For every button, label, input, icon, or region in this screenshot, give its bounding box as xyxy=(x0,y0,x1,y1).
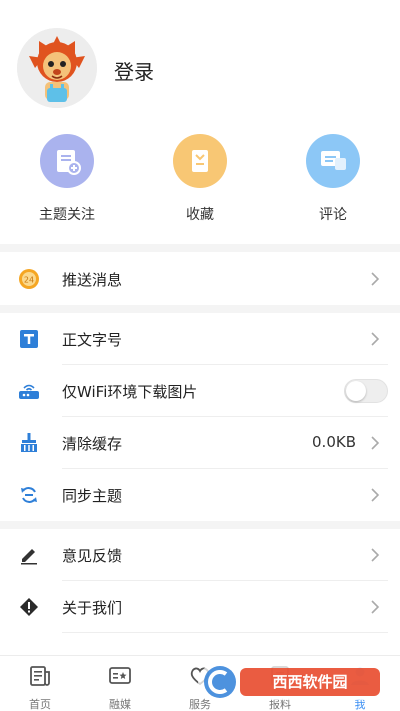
clock-24-icon: 24 xyxy=(18,268,40,290)
cache-size-value: 0.0KB xyxy=(312,433,356,451)
bookmark-icon xyxy=(173,134,227,188)
section-divider xyxy=(0,521,400,529)
push-label: 推送消息 xyxy=(62,271,123,289)
sync-topics-label: 同步主题 xyxy=(62,487,123,505)
font-size-label: 正文字号 xyxy=(62,331,123,349)
clear-cache-label: 清除缓存 xyxy=(62,435,123,453)
section-divider xyxy=(0,244,400,252)
watermark-logo: 西西软件园 xyxy=(196,660,386,704)
chevron-right-icon xyxy=(371,600,380,614)
chevron-right-icon xyxy=(371,272,380,286)
news-icon xyxy=(30,666,50,686)
media-icon xyxy=(109,667,131,684)
watermark-brand-text: 西西软件园 xyxy=(272,673,347,691)
quick-topic-follow[interactable]: 主题关注 xyxy=(12,134,122,224)
comment-icon xyxy=(306,134,360,188)
row-divider xyxy=(62,632,388,633)
settings-row-push[interactable]: 24 推送消息 xyxy=(0,253,400,305)
sync-icon xyxy=(18,484,40,506)
wifi-images-toggle[interactable] xyxy=(344,379,388,403)
text-size-icon xyxy=(18,328,40,350)
toggle-knob xyxy=(346,381,366,401)
settings-row-about[interactable]: 关于我们 xyxy=(0,581,400,633)
login-link[interactable]: 登录 xyxy=(114,56,154,85)
quick-topic-follow-label: 主题关注 xyxy=(39,207,95,223)
quick-comment[interactable]: 评论 xyxy=(278,134,388,224)
quick-bookmark[interactable]: 收藏 xyxy=(145,134,255,224)
broom-icon xyxy=(18,432,40,454)
section-divider xyxy=(0,305,400,313)
tab-home-label: 首页 xyxy=(29,698,51,711)
chevron-right-icon xyxy=(371,436,380,450)
router-icon xyxy=(18,380,40,402)
settings-row-feedback[interactable]: 意见反馈 xyxy=(0,529,400,581)
quick-bookmark-label: 收藏 xyxy=(186,207,214,223)
wifi-images-label: 仅WiFi环境下载图片 xyxy=(62,383,198,401)
pencil-icon xyxy=(18,544,40,566)
settings-row-clear-cache[interactable]: 清除缓存 0.0KB xyxy=(0,417,400,469)
watermark-badge: 西西软件园 xyxy=(198,664,384,700)
about-label: 关于我们 xyxy=(62,599,123,617)
lion-mascot-icon xyxy=(17,28,97,108)
topic-follow-icon xyxy=(40,134,94,188)
warning-icon xyxy=(18,596,40,618)
svg-text:24: 24 xyxy=(24,276,34,285)
chevron-right-icon xyxy=(371,488,380,502)
settings-row-font-size[interactable]: 正文字号 xyxy=(0,313,400,365)
avatar[interactable] xyxy=(17,28,97,108)
profile-header: 登录 xyxy=(0,0,400,120)
chevron-right-icon xyxy=(371,548,380,562)
tab-media-label: 融媒 xyxy=(109,698,131,711)
settings-row-sync-topics[interactable]: 同步主题 xyxy=(0,469,400,521)
tab-home[interactable]: 首页 xyxy=(10,664,70,711)
feedback-label: 意见反馈 xyxy=(62,547,123,565)
chevron-right-icon xyxy=(371,332,380,346)
tab-media[interactable]: 融媒 xyxy=(90,664,150,711)
quick-actions: 主题关注 收藏 评论 xyxy=(0,126,400,236)
quick-comment-label: 评论 xyxy=(319,207,347,223)
settings-row-wifi-images: 仅WiFi环境下载图片 xyxy=(0,365,400,417)
